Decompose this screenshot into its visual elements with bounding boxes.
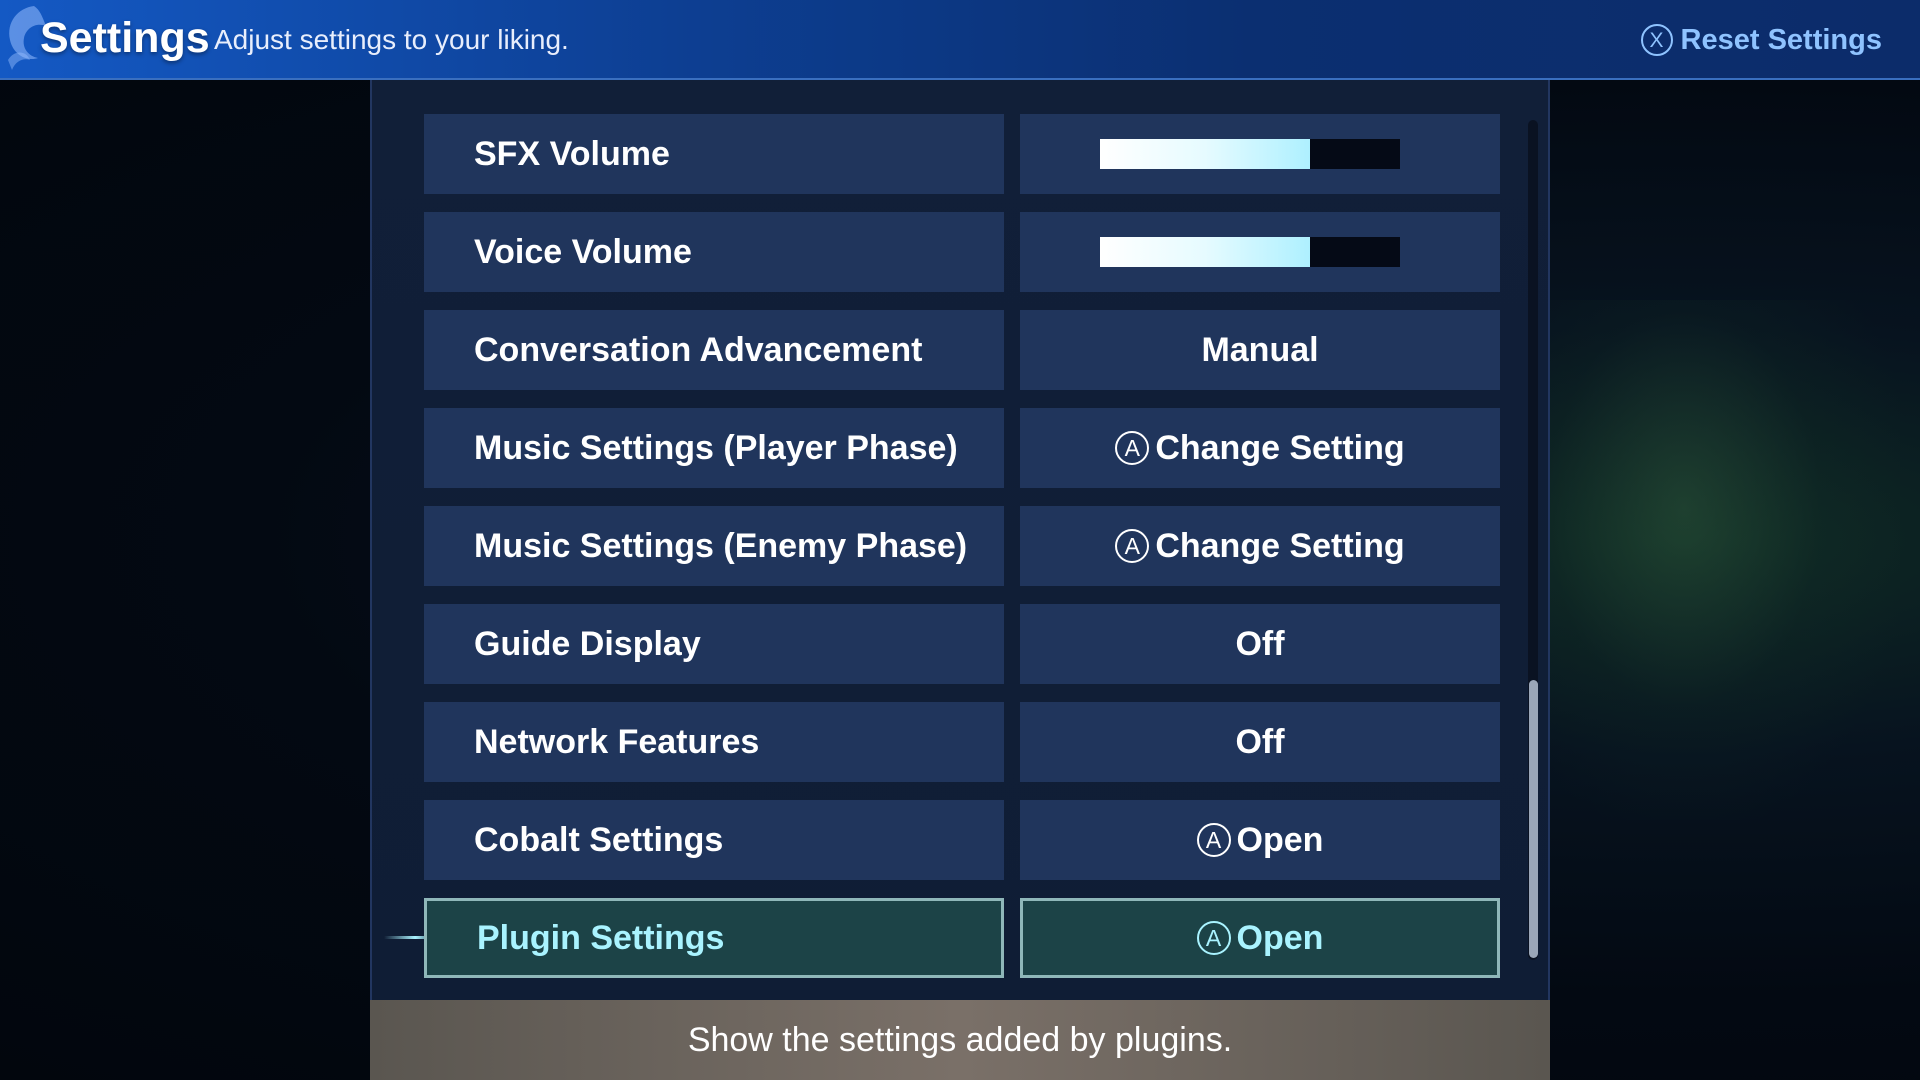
voice-volume-slider[interactable] (1020, 212, 1500, 292)
change-setting-button[interactable]: A Change Setting (1020, 506, 1500, 586)
x-button-icon: X (1640, 24, 1673, 56)
setting-value-text: Change Setting (1155, 428, 1405, 467)
setting-value-text: Open (1236, 918, 1324, 957)
setting-label: Plugin Settings (424, 898, 1004, 978)
setting-label: Cobalt Settings (424, 800, 1004, 880)
setting-value-text: Off (1235, 722, 1285, 761)
reset-settings-label: Reset Settings (1680, 23, 1882, 56)
setting-value-text: Open (1236, 820, 1324, 859)
sfx-volume-slider[interactable] (1020, 114, 1500, 194)
setting-label: SFX Volume (424, 114, 1004, 194)
slider-track (1100, 139, 1400, 169)
header-bar: Settings Adjust settings to your liking.… (0, 0, 1920, 80)
reset-settings-button[interactable]: X Reset Settings (1640, 20, 1882, 60)
setting-label: Music Settings (Enemy Phase) (424, 506, 1004, 586)
setting-value[interactable]: Manual (1020, 310, 1500, 390)
setting-label: Guide Display (424, 604, 1004, 684)
description-bar: Show the settings added by plugins. (370, 1000, 1550, 1080)
setting-label: Conversation Advancement (424, 310, 1004, 390)
setting-value[interactable]: Off (1020, 702, 1500, 782)
a-button-icon: A (1196, 823, 1231, 857)
setting-label: Music Settings (Player Phase) (424, 408, 1004, 488)
scrollbar-thumb[interactable] (1529, 680, 1538, 958)
setting-description: Show the settings added by plugins. (687, 1020, 1233, 1059)
setting-value-text: Off (1235, 624, 1285, 663)
open-button[interactable]: A Open (1020, 800, 1500, 880)
slider-track (1100, 237, 1400, 267)
slider-fill (1100, 237, 1310, 267)
page-title: Settings (40, 14, 210, 62)
change-setting-button[interactable]: A Change Setting (1020, 408, 1500, 488)
setting-label: Network Features (424, 702, 1004, 782)
settings-panel: SFX Volume Voice Volume Conversation Adv… (370, 80, 1550, 1000)
setting-value-text: Change Setting (1155, 526, 1405, 565)
setting-value[interactable]: Off (1020, 604, 1500, 684)
slider-fill (1100, 139, 1310, 169)
setting-label: Voice Volume (424, 212, 1004, 292)
setting-value-text: Manual (1201, 330, 1319, 369)
a-button-icon: A (1115, 431, 1150, 465)
background-glow (1540, 300, 1900, 820)
page-subtitle: Adjust settings to your liking. (214, 24, 569, 55)
open-button[interactable]: A Open (1020, 898, 1500, 978)
a-button-icon: A (1115, 529, 1150, 563)
a-button-icon: A (1196, 921, 1231, 955)
